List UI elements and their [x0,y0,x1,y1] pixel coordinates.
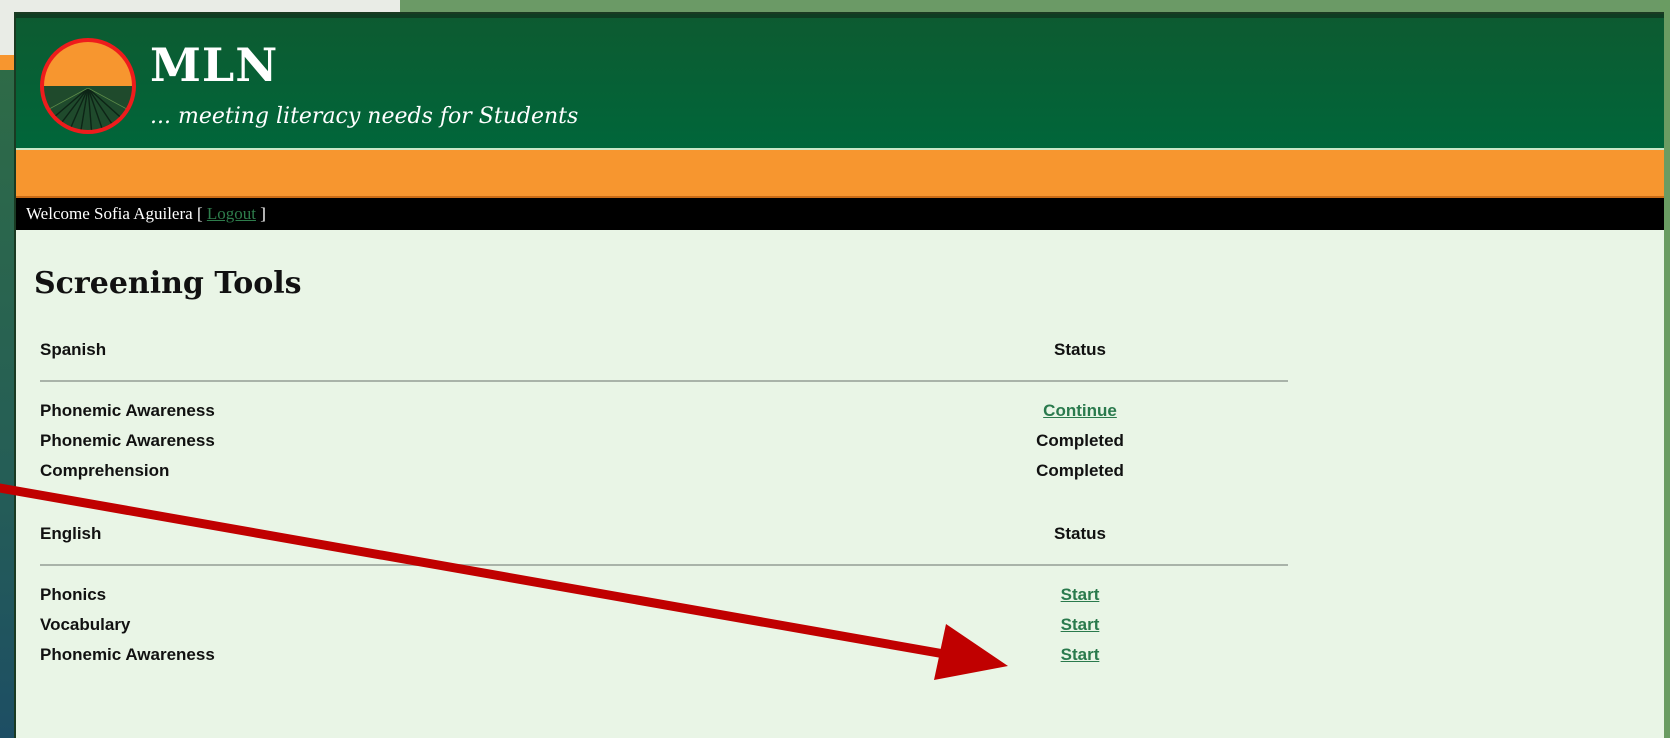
spanish-tools-table: Spanish Status Phonemic Awareness Contin… [40,332,1288,486]
welcome-text: Welcome Sofia Aguilera [ [26,204,207,223]
site-tagline: ... meeting literacy needs for Students [150,104,579,129]
status-completed: Completed [1036,461,1124,480]
tool-name: Phonemic Awareness [40,401,215,420]
tool-name: Phonics [40,585,107,604]
nav-bar [16,150,1664,198]
english-tools-table: English Status Phonics Start Vocabulary … [40,516,1288,670]
tool-name: Comprehension [40,461,170,480]
start-link-vocabulary[interactable]: Start [1061,615,1100,634]
start-link-phonics[interactable]: Start [1061,585,1100,604]
background-top-band [400,0,1670,12]
browser-content: MLN ... meeting literacy needs for Stude… [14,12,1664,738]
site-title: MLN [150,38,279,92]
page-title: Screening Tools [34,266,302,301]
spanish-header-row: Spanish Status [40,332,1288,368]
welcome-suffix: ] [255,204,266,223]
logout-link[interactable]: Logout [207,204,256,223]
table-row: Comprehension Completed [40,456,1288,486]
spanish-status-heading: Status [1054,340,1106,359]
status-completed: Completed [1036,431,1124,450]
welcome-bar: Welcome Sofia Aguilera [ Logout ] [16,198,1664,230]
table-row: Phonics Start [40,580,1288,610]
mln-logo-icon [40,38,136,134]
spanish-heading: Spanish [40,340,107,359]
spanish-divider [40,380,1288,382]
start-link-phonemic-awareness[interactable]: Start [1061,645,1100,664]
site-header: MLN ... meeting literacy needs for Stude… [16,14,1664,150]
tool-name: Vocabulary [40,615,131,634]
background-left-strip [0,70,14,738]
english-status-heading: Status [1054,524,1106,543]
table-row: Phonemic Awareness Start [40,640,1288,670]
table-row: Phonemic Awareness Completed [40,426,1288,456]
tool-name: Phonemic Awareness [40,645,215,664]
continue-link[interactable]: Continue [1043,401,1117,420]
english-heading: English [40,524,102,543]
tool-name: Phonemic Awareness [40,431,215,450]
english-header-row: English Status [40,516,1288,552]
table-row: Phonemic Awareness Continue [40,396,1288,426]
english-divider [40,564,1288,566]
table-row: Vocabulary Start [40,610,1288,640]
